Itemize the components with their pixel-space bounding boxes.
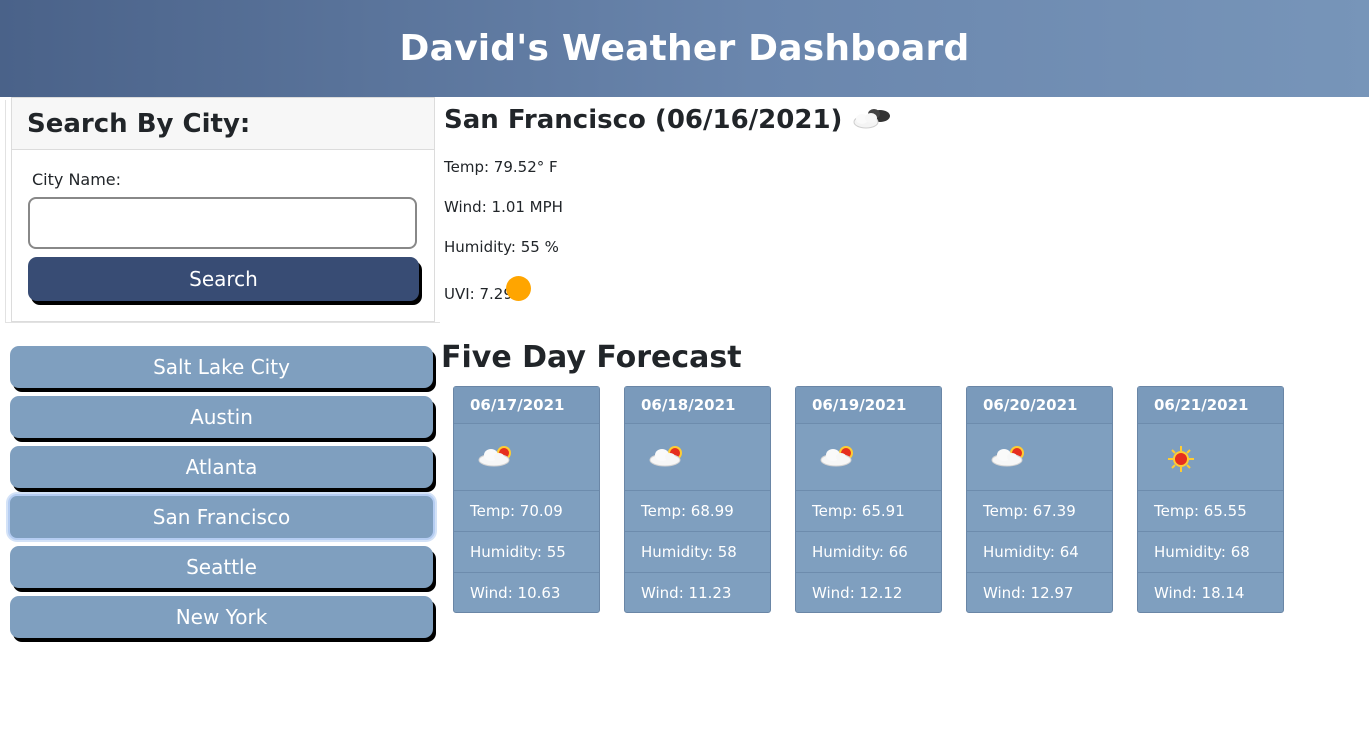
forecast-temp: Temp: 67.39 xyxy=(967,491,1112,532)
search-heading: Search By City: xyxy=(12,98,434,150)
forecast-date: 06/21/2021 xyxy=(1138,387,1283,424)
history-button-seattle[interactable]: Seattle xyxy=(10,546,433,588)
forecast-date: 06/20/2021 xyxy=(967,387,1112,424)
history-button-new-york[interactable]: New York xyxy=(10,596,433,638)
forecast-temp: Temp: 70.09 xyxy=(454,491,599,532)
history-button-austin[interactable]: Austin xyxy=(10,396,433,438)
history-button-atlanta[interactable]: Atlanta xyxy=(10,446,433,488)
current-humidity: Humidity: 55 % xyxy=(444,238,559,256)
forecast-card: 06/18/2021 Temp: 68.99 Humidity: 58 Wind… xyxy=(624,386,771,613)
search-card: Search By City: City Name: Search xyxy=(11,97,435,322)
history-button-salt-lake-city[interactable]: Salt Lake City xyxy=(10,346,433,388)
partly-cloudy-night-icon xyxy=(850,102,894,139)
current-weather-heading: San Francisco (06/16/2021) xyxy=(444,100,894,140)
current-uvi: UVI: 7.29 xyxy=(444,285,513,303)
partly-cloudy-icon xyxy=(625,424,770,491)
search-button[interactable]: Search xyxy=(28,257,419,301)
forecast-card: 06/19/2021 Temp: 65.91 Humidity: 66 Wind… xyxy=(795,386,942,613)
forecast-wind: Wind: 10.63 xyxy=(470,584,561,602)
forecast-temp: Temp: 65.91 xyxy=(796,491,941,532)
partly-cloudy-icon xyxy=(796,424,941,491)
forecast-date: 06/19/2021 xyxy=(796,387,941,424)
city-search-input[interactable] xyxy=(28,197,417,249)
forecast-card: 06/17/2021 Temp: 70.09 Humidity: 55 Wind… xyxy=(453,386,600,613)
forecast-wind: Wind: 12.97 xyxy=(983,584,1074,602)
current-wind: Wind: 1.01 MPH xyxy=(444,198,563,216)
forecast-temp: Temp: 68.99 xyxy=(625,491,770,532)
sun-icon xyxy=(1138,424,1283,491)
forecast-humidity: Humidity: 58 xyxy=(625,532,770,573)
forecast-card: 06/20/2021 Temp: 67.39 Humidity: 64 Wind… xyxy=(966,386,1113,613)
forecast-card: 06/21/2021 Temp: 65.55 Humidity: 68 Wind… xyxy=(1137,386,1284,613)
forecast-humidity: Humidity: 55 xyxy=(454,532,599,573)
partly-cloudy-icon xyxy=(454,424,599,491)
city-name-label: City Name: xyxy=(32,170,122,189)
forecast-date: 06/18/2021 xyxy=(625,387,770,424)
divider xyxy=(5,100,6,323)
forecast-humidity: Humidity: 66 xyxy=(796,532,941,573)
forecast-wind: Wind: 12.12 xyxy=(812,584,903,602)
current-city-title: San Francisco (06/16/2021) xyxy=(444,105,843,135)
page-title: David's Weather Dashboard xyxy=(399,28,970,69)
forecast-wind: Wind: 18.14 xyxy=(1154,584,1245,602)
partly-cloudy-icon xyxy=(967,424,1112,491)
forecast-date: 06/17/2021 xyxy=(454,387,599,424)
forecast-humidity: Humidity: 68 xyxy=(1138,532,1283,573)
forecast-wind: Wind: 11.23 xyxy=(641,584,732,602)
current-weather: San Francisco (06/16/2021) xyxy=(444,100,894,140)
forecast-title: Five Day Forecast xyxy=(441,340,742,375)
forecast-humidity: Humidity: 64 xyxy=(967,532,1112,573)
page-header: David's Weather Dashboard xyxy=(0,0,1369,97)
uvi-indicator xyxy=(506,276,531,301)
forecast-temp: Temp: 65.55 xyxy=(1138,491,1283,532)
current-temp: Temp: 79.52° F xyxy=(444,158,558,176)
divider xyxy=(5,322,440,323)
history-button-san-francisco[interactable]: San Francisco xyxy=(8,494,435,540)
